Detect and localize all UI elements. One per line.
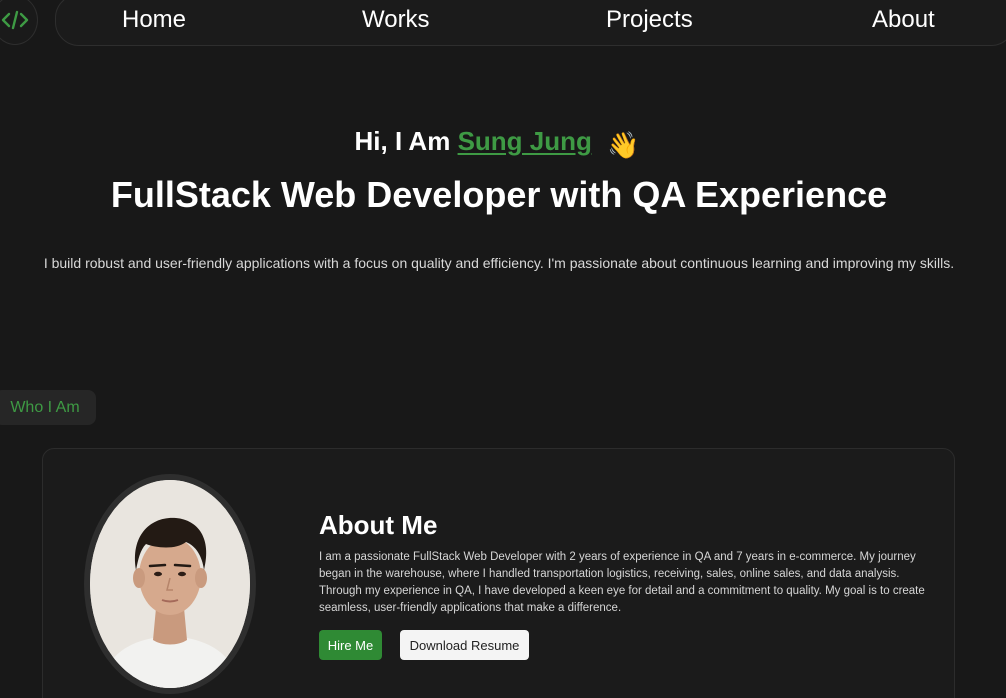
- about-card: About Me I am a passionate FullStack Web…: [42, 448, 955, 698]
- hero-headline: FullStack Web Developer with QA Experien…: [110, 174, 888, 215]
- page: Home Works Projects About Hi, I Am Sung …: [0, 0, 1006, 698]
- about-title: About Me: [319, 510, 438, 540]
- nav-projects-link[interactable]: Projects: [606, 6, 693, 34]
- hire-me-button[interactable]: Hire Me: [319, 630, 382, 660]
- nav-works-link[interactable]: Works: [362, 6, 430, 34]
- logo-button[interactable]: [0, 0, 38, 45]
- hero-intro: I build robust and user-friendly applica…: [43, 255, 955, 271]
- profile-photo-frame: [84, 474, 256, 694]
- download-resume-button[interactable]: Download Resume: [400, 630, 529, 660]
- top-navigation: Home Works Projects About: [55, 0, 1006, 46]
- code-icon: [1, 10, 29, 30]
- greeting-prefix: Hi, I Am: [354, 126, 451, 156]
- profile-photo: [90, 480, 250, 688]
- section-tag-who-i-am: Who I Am: [0, 390, 96, 425]
- nav-about-link[interactable]: About: [872, 6, 935, 34]
- hero-name-link[interactable]: Sung Jung: [458, 126, 592, 156]
- about-description: I am a passionate FullStack Web Develope…: [319, 551, 925, 614]
- hero-greeting: Hi, I Am Sung Jung 👋: [0, 126, 994, 161]
- nav-home-link[interactable]: Home: [122, 6, 186, 34]
- waving-hand-icon: 👋: [607, 130, 640, 160]
